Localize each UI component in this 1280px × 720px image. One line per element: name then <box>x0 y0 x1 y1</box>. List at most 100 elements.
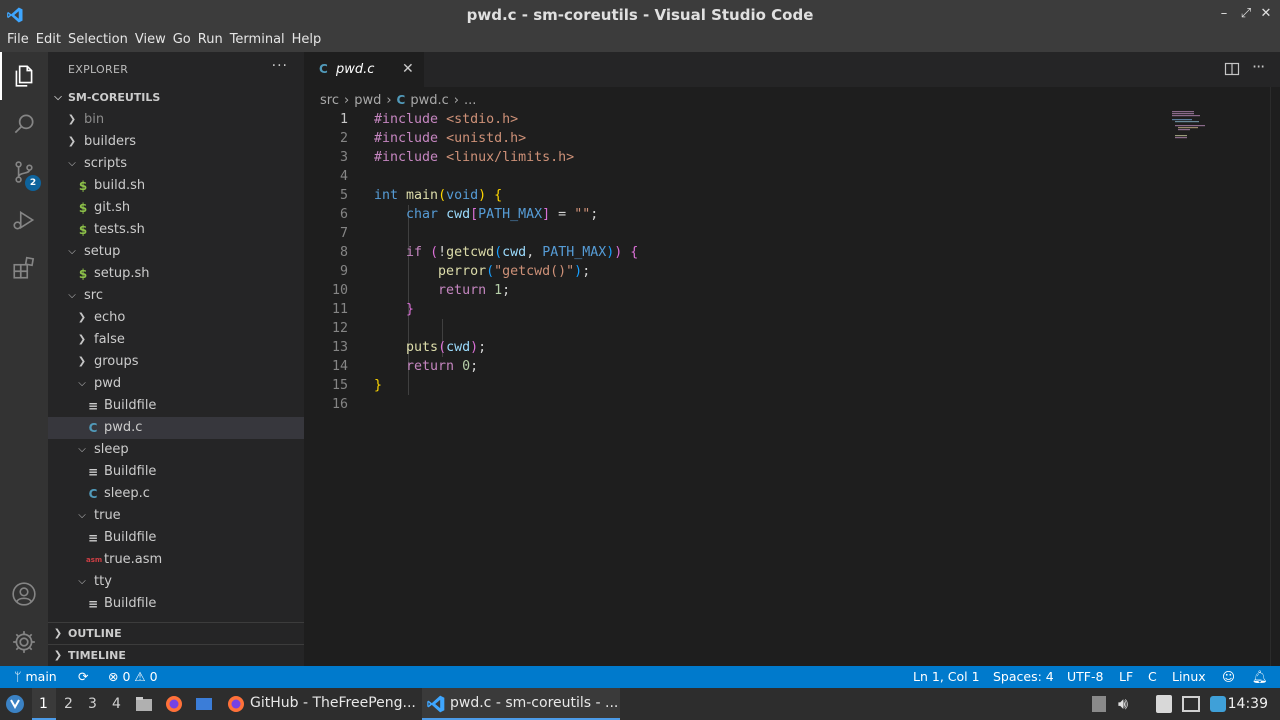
menu-help[interactable]: Help <box>291 30 328 52</box>
tree-item-label: tty <box>94 574 112 589</box>
menu-file[interactable]: File <box>6 30 35 52</box>
taskbar-window-vscode[interactable]: pwd.c - sm-coreutils - ... <box>422 688 620 720</box>
taskbar: 1 2 3 4 GitHub - TheFreePeng... pwd.c - … <box>0 688 1280 720</box>
tree-file[interactable]: ≡ Buildfile <box>48 395 304 417</box>
breadcrumb-pwd[interactable]: pwd <box>354 93 381 108</box>
tree-folder[interactable]: ❯ builders <box>48 131 304 153</box>
minimap[interactable] <box>1170 110 1270 150</box>
tree-file[interactable]: $ build.sh <box>48 175 304 197</box>
code-line: 1 #include <stdio.h> <box>304 110 1164 129</box>
workspace-4[interactable]: 4 <box>112 696 121 712</box>
workspace-3[interactable]: 3 <box>88 696 97 712</box>
sync-icon[interactable]: ⟳ <box>78 669 88 684</box>
language-status[interactable]: C <box>1148 669 1157 684</box>
start-menu-icon[interactable] <box>5 694 25 714</box>
tray-arrow-icon[interactable] <box>1092 696 1106 712</box>
tree-item-label: setup.sh <box>94 266 150 281</box>
breadcrumb-src[interactable]: src <box>320 93 339 108</box>
file-manager-icon[interactable] <box>134 694 154 714</box>
menu-terminal[interactable]: Terminal <box>229 30 291 52</box>
timeline-label: TIMELINE <box>68 649 126 662</box>
tree-item-label: false <box>94 332 125 347</box>
tree-folder[interactable]: ❯ groups <box>48 351 304 373</box>
explorer-tab[interactable] <box>0 52 48 100</box>
run-debug-icon <box>13 210 35 230</box>
explorer-title: EXPLORER <box>68 63 129 76</box>
maximize-button[interactable]: ⤢ <box>1238 5 1254 23</box>
encoding-status[interactable]: UTF-8 <box>1067 669 1103 684</box>
tree-file[interactable]: ≡ Buildfile <box>48 461 304 483</box>
timeline-section[interactable]: ❯ TIMELINE <box>48 644 304 666</box>
menu-edit[interactable]: Edit <box>35 30 67 52</box>
workspace-2[interactable]: 2 <box>64 696 73 712</box>
cursor-position[interactable]: Ln 1, Col 1 <box>913 669 980 684</box>
tab-close-icon[interactable]: ✕ <box>402 61 414 77</box>
tree-item-label: Buildfile <box>104 464 157 479</box>
tree-folder[interactable]: ⌵ pwd <box>48 373 304 395</box>
breadcrumb-file[interactable]: pwd.c <box>410 93 448 108</box>
tree-folder[interactable]: ❯ echo <box>48 307 304 329</box>
tree-folder[interactable]: ⌵ tty <box>48 571 304 593</box>
more-editor-actions-icon[interactable]: ··· <box>1252 57 1265 76</box>
branch-status[interactable]: ᛘ main <box>14 669 57 684</box>
volume-icon[interactable]: 🔊︎ <box>1118 694 1138 714</box>
menu-run[interactable]: Run <box>197 30 229 52</box>
tree-item-label: Buildfile <box>104 596 157 611</box>
tree-folder[interactable]: ⌵ sleep <box>48 439 304 461</box>
extensions-tab[interactable] <box>0 244 48 292</box>
tree-file[interactable]: Csleep.c <box>48 483 304 505</box>
eol-status[interactable]: LF <box>1119 669 1133 684</box>
tree-folder[interactable]: ❯ bin <box>48 109 304 131</box>
tree-file[interactable]: asm true.asm <box>48 549 304 571</box>
source-control-tab[interactable] <box>0 148 48 196</box>
tree-folder[interactable]: ⌵ src <box>48 285 304 307</box>
tree-folder[interactable]: ⌵ true <box>48 505 304 527</box>
menu-selection[interactable]: Selection <box>67 30 134 52</box>
tree-folder[interactable]: ❯ false <box>48 329 304 351</box>
workspace-1[interactable]: 1 <box>32 688 56 720</box>
network-icon[interactable] <box>1210 696 1226 712</box>
tree-file[interactable]: $ tests.sh <box>48 219 304 241</box>
tab-pwd-c[interactable]: C pwd.c ✕ <box>304 52 424 87</box>
taskbar-window-vscode-label: pwd.c - sm-coreutils - ... <box>450 695 619 711</box>
tree-file[interactable]: ≡ Buildfile <box>48 527 304 549</box>
git-branch-icon: ᛘ <box>14 669 22 684</box>
split-editor-icon[interactable] <box>1224 61 1240 77</box>
files-icon <box>15 65 33 87</box>
display-icon[interactable] <box>1182 696 1200 712</box>
tree-folder[interactable]: ⌵ scripts <box>48 153 304 175</box>
more-actions-button[interactable]: ··· <box>272 58 288 74</box>
taskbar-window-github[interactable]: GitHub - TheFreePeng... <box>222 688 418 720</box>
chevron-right-icon: ❯ <box>67 136 77 147</box>
os-status[interactable]: Linux <box>1172 669 1206 684</box>
workspace-root[interactable]: ⌵ SM-COREUTILS <box>48 87 304 109</box>
firefox-icon[interactable] <box>164 694 184 714</box>
minimize-button[interactable]: – <box>1216 5 1232 23</box>
desktop-icon[interactable] <box>194 694 214 714</box>
feedback-icon[interactable]: ☺ <box>1222 669 1235 684</box>
breadcrumb-symbol[interactable]: ... <box>464 93 476 108</box>
manage-tab[interactable] <box>0 618 48 666</box>
search-tab[interactable] <box>0 100 48 148</box>
close-window-button[interactable]: ✕ <box>1258 5 1274 23</box>
tree-file[interactable]: $ setup.sh <box>48 263 304 285</box>
problems-status[interactable]: ⊗ 0 ⚠ 0 <box>108 669 158 684</box>
tree-file[interactable]: $ git.sh <box>48 197 304 219</box>
menu-view[interactable]: View <box>134 30 172 52</box>
menu-go[interactable]: Go <box>172 30 197 52</box>
indentation-status[interactable]: Spaces: 4 <box>993 669 1054 684</box>
tree-file[interactable]: Cpwd.c <box>48 417 304 439</box>
line-number: 5 <box>339 188 348 203</box>
notifications-bell-icon[interactable]: 🔔︎ <box>1252 669 1268 685</box>
clipboard-icon[interactable] <box>1156 695 1172 713</box>
line-number: 8 <box>339 245 348 260</box>
line-number: 4 <box>339 169 348 184</box>
vertical-scrollbar[interactable] <box>1270 87 1280 666</box>
run-debug-tab[interactable] <box>0 196 48 244</box>
accounts-tab[interactable] <box>0 570 48 618</box>
outline-section[interactable]: ❯ OUTLINE <box>48 622 304 644</box>
tree-folder[interactable]: ⌵ setup <box>48 241 304 263</box>
code-line: 2 #include <unistd.h> <box>304 129 1164 148</box>
tree-item-label: scripts <box>84 156 127 171</box>
tree-file[interactable]: ≡ Buildfile <box>48 593 304 615</box>
